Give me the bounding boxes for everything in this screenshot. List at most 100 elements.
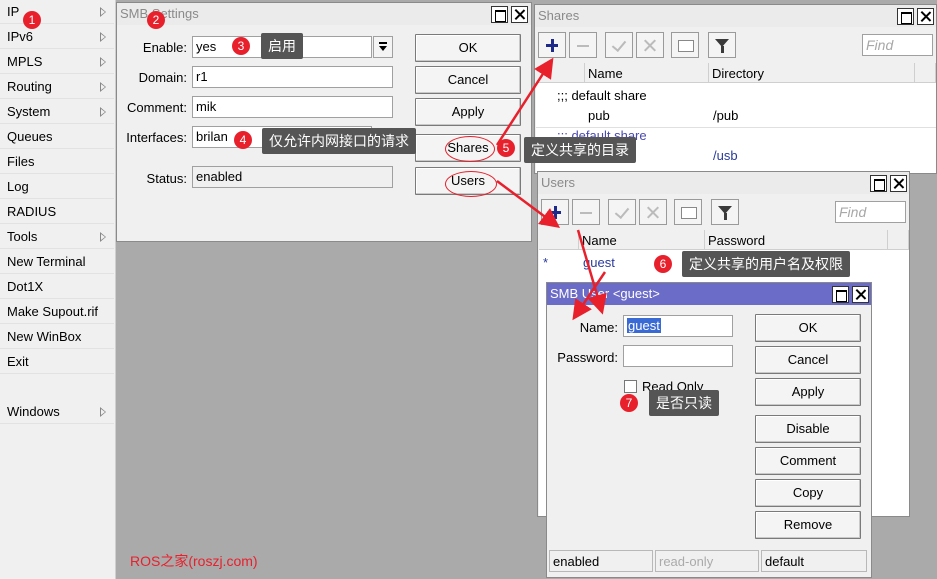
column-header-name[interactable]: Name (579, 230, 705, 250)
users-titlebar[interactable]: Users (538, 172, 909, 194)
main-menu: IP IPv6 MPLS Routing System Queues Files… (0, 0, 116, 579)
domain-label: Domain: (138, 70, 187, 85)
copy-button[interactable]: Copy (755, 479, 861, 507)
remove-icon[interactable] (572, 199, 600, 225)
menu-item-log[interactable]: Log (0, 175, 114, 199)
column-header-flag[interactable] (536, 63, 585, 83)
maximize-icon[interactable] (491, 6, 508, 23)
close-icon[interactable] (852, 286, 869, 303)
domain-field[interactable]: r1 (192, 66, 393, 88)
maximize-icon[interactable] (870, 175, 887, 192)
callout-badge: 2 (147, 11, 165, 29)
remove-icon[interactable] (569, 32, 597, 58)
callout-badge: 3 (232, 37, 250, 55)
callout-tooltip: 定义共享的用户名及权限 (682, 251, 850, 277)
share-directory-cell[interactable]: /usb (713, 148, 738, 163)
disable-icon[interactable] (636, 32, 664, 58)
comment-field[interactable]: mik (192, 96, 393, 118)
smb-user-titlebar[interactable]: SMB User <guest> (547, 283, 871, 305)
callout-badge: 4 (234, 131, 252, 149)
status-enabled: enabled (549, 550, 653, 572)
comment-icon[interactable] (671, 32, 699, 58)
window-title: SMB User <guest> (550, 286, 660, 301)
share-directory-cell[interactable]: /pub (713, 108, 738, 123)
add-icon[interactable] (541, 199, 569, 225)
filter-icon[interactable] (711, 199, 739, 225)
window-title: Users (541, 175, 575, 190)
status-label: Status: (146, 171, 187, 186)
smb-user-dialog: SMB User <guest> Name: guest Password: R… (546, 282, 872, 578)
menu-item-mpls[interactable]: MPLS (0, 50, 114, 74)
menu-item-label: Dot1X (7, 279, 44, 294)
menu-item-label: Tools (7, 229, 38, 244)
menu-item-ip[interactable]: IP (0, 0, 114, 24)
menu-item-make-supout[interactable]: Make Supout.rif (0, 300, 114, 324)
menu-item-label: RADIUS (7, 204, 57, 219)
brand-watermark: ROS之家(roszj.com) (130, 553, 258, 569)
apply-button[interactable]: Apply (755, 378, 861, 406)
user-flag-cell: * (543, 255, 549, 270)
menu-item-dot1x[interactable]: Dot1X (0, 275, 114, 299)
menu-item-queues[interactable]: Queues (0, 125, 114, 149)
ok-button[interactable]: OK (755, 314, 861, 342)
enable-icon[interactable] (605, 32, 633, 58)
comment-button[interactable]: Comment (755, 447, 861, 475)
comment-icon[interactable] (674, 199, 702, 225)
status-read-only: read-only (655, 550, 759, 572)
menu-item-new-winbox[interactable]: New WinBox (0, 325, 114, 349)
column-menu-chevron-down-icon[interactable] (888, 230, 909, 250)
menu-item-label: Routing (7, 79, 52, 94)
window-title: Shares (538, 8, 580, 23)
callout-tooltip: 是否只读 (649, 390, 719, 416)
enable-label: Enable: (142, 40, 187, 55)
callout-tooltip: 启用 (261, 33, 303, 59)
shares-titlebar[interactable]: Shares (535, 5, 936, 27)
disable-icon[interactable] (639, 199, 667, 225)
smb-settings-titlebar[interactable]: SMB Settings (117, 3, 531, 25)
cancel-button[interactable]: Cancel (755, 346, 861, 374)
column-header-flag[interactable] (539, 230, 579, 250)
menu-item-tools[interactable]: Tools (0, 225, 114, 249)
close-icon[interactable] (511, 6, 528, 23)
menu-item-routing[interactable]: Routing (0, 75, 114, 99)
password-field[interactable] (623, 345, 733, 367)
ok-button[interactable]: OK (415, 34, 521, 62)
column-header-password[interactable]: Password (705, 230, 888, 250)
menu-item-radius[interactable]: RADIUS (0, 200, 114, 224)
maximize-icon[interactable] (897, 8, 914, 25)
menu-item-label: New WinBox (7, 329, 82, 344)
maximize-icon[interactable] (832, 286, 849, 303)
close-icon[interactable] (917, 8, 934, 25)
filter-icon[interactable] (708, 32, 736, 58)
cancel-button[interactable]: Cancel (415, 66, 521, 94)
user-name-cell[interactable]: guest (583, 255, 615, 270)
callout-badge: 7 (620, 394, 638, 412)
share-name-cell[interactable]: pub (588, 108, 610, 123)
menu-item-system[interactable]: System (0, 100, 114, 124)
add-icon[interactable] (538, 32, 566, 58)
disable-button[interactable]: Disable (755, 415, 861, 443)
read-only-checkbox[interactable] (624, 380, 637, 393)
menu-item-label: System (7, 104, 51, 119)
close-icon[interactable] (890, 175, 907, 192)
submenu-arrow-icon (100, 407, 106, 417)
find-input[interactable]: Find (835, 201, 906, 223)
remove-button[interactable]: Remove (755, 511, 861, 539)
name-field[interactable]: guest (623, 315, 733, 337)
menu-item-label: IP (7, 4, 20, 19)
menu-item-exit[interactable]: Exit (0, 350, 114, 374)
column-header-name[interactable]: Name (585, 63, 709, 83)
column-menu-chevron-down-icon[interactable] (915, 63, 936, 83)
enable-icon[interactable] (608, 199, 636, 225)
menu-item-windows[interactable]: Windows (0, 400, 114, 424)
apply-button[interactable]: Apply (415, 98, 521, 126)
find-input[interactable]: Find (862, 34, 933, 56)
menu-item-ipv6[interactable]: IPv6 (0, 25, 114, 49)
column-header-directory[interactable]: Directory (709, 63, 915, 83)
submenu-arrow-icon (100, 107, 106, 117)
menu-item-new-terminal[interactable]: New Terminal (0, 250, 114, 274)
menu-item-label: Make Supout.rif (7, 304, 99, 319)
menu-item-files[interactable]: Files (0, 150, 114, 174)
dropdown-arrow-icon[interactable] (373, 36, 393, 58)
menu-item-label: Windows (7, 404, 60, 419)
